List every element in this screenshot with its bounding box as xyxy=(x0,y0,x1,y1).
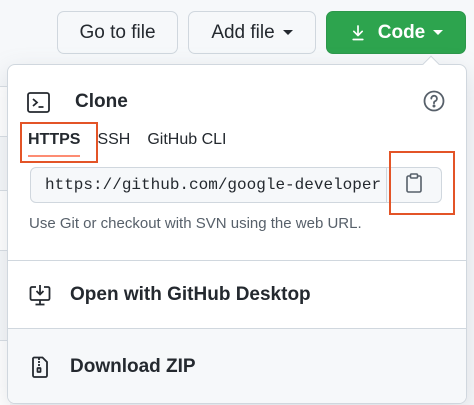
go-to-file-label: Go to file xyxy=(79,21,156,43)
clone-popover: Clone HTTPS SSH GitHub CLI https://githu… xyxy=(7,64,467,404)
open-with-github-desktop-label: Open with GitHub Desktop xyxy=(70,283,311,305)
code-button[interactable]: Code xyxy=(326,11,466,54)
copy-button-highlight-box xyxy=(389,151,455,215)
caret-down-icon xyxy=(282,30,293,35)
question-circle-icon[interactable] xyxy=(423,90,445,112)
clone-url-row: https://github.com/google-developer xyxy=(30,167,446,203)
clone-url-input[interactable]: https://github.com/google-developer xyxy=(30,167,387,203)
code-label: Code xyxy=(377,21,426,43)
file-zip-icon xyxy=(29,356,51,378)
https-tab-highlight-box xyxy=(20,122,98,163)
download-zip-item[interactable]: Download ZIP xyxy=(8,329,466,403)
add-file-button[interactable]: Add file xyxy=(188,11,316,54)
clone-title: Clone xyxy=(75,91,128,112)
clone-header: Clone xyxy=(27,91,128,113)
download-icon xyxy=(349,24,367,42)
download-zip-label: Download ZIP xyxy=(70,356,196,377)
add-file-label: Add file xyxy=(211,21,275,43)
terminal-icon xyxy=(27,91,50,113)
clone-hint-text: Use Git or checkout with SVN using the w… xyxy=(29,215,362,232)
desktop-download-icon xyxy=(29,284,51,306)
tab-ssh[interactable]: SSH xyxy=(97,131,130,157)
open-with-github-desktop-item[interactable]: Open with GitHub Desktop xyxy=(8,261,466,328)
caret-down-icon xyxy=(433,30,444,35)
go-to-file-button[interactable]: Go to file xyxy=(57,11,178,54)
tab-github-cli[interactable]: GitHub CLI xyxy=(147,131,226,157)
